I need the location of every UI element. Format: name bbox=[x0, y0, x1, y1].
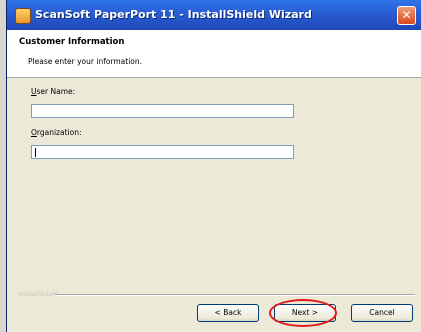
next-button-highlight-ring bbox=[269, 299, 337, 327]
cancel-button[interactable]: Cancel bbox=[351, 304, 413, 322]
organization-label-text: rganization: bbox=[36, 128, 82, 137]
organization-label: Organization: bbox=[31, 128, 81, 137]
organization-input[interactable] bbox=[31, 145, 294, 159]
page-subtitle: Please enter your information. bbox=[28, 57, 143, 66]
user-name-label-text: ser Name: bbox=[36, 87, 76, 96]
wizard-header: Customer Information Please enter your i… bbox=[7, 30, 421, 78]
page-title: Customer Information bbox=[19, 37, 125, 47]
user-name-label: User Name: bbox=[31, 87, 75, 96]
installshield-brand: InstallShield bbox=[19, 290, 59, 298]
close-icon: ✕ bbox=[401, 8, 412, 22]
text-caret bbox=[35, 148, 36, 157]
title-bar[interactable]: ScanSoft PaperPort 11 - InstallShield Wi… bbox=[7, 0, 421, 31]
back-button[interactable]: < Back bbox=[197, 304, 259, 322]
user-name-input[interactable] bbox=[31, 104, 294, 118]
window-title: ScanSoft PaperPort 11 - InstallShield Wi… bbox=[35, 8, 312, 21]
form-area: User Name: Organization: InstallShield <… bbox=[7, 78, 421, 328]
footer-divider bbox=[55, 294, 415, 296]
close-button[interactable]: ✕ bbox=[397, 6, 416, 25]
app-icon bbox=[15, 8, 31, 24]
installer-window: ScanSoft PaperPort 11 - InstallShield Wi… bbox=[6, 0, 421, 332]
